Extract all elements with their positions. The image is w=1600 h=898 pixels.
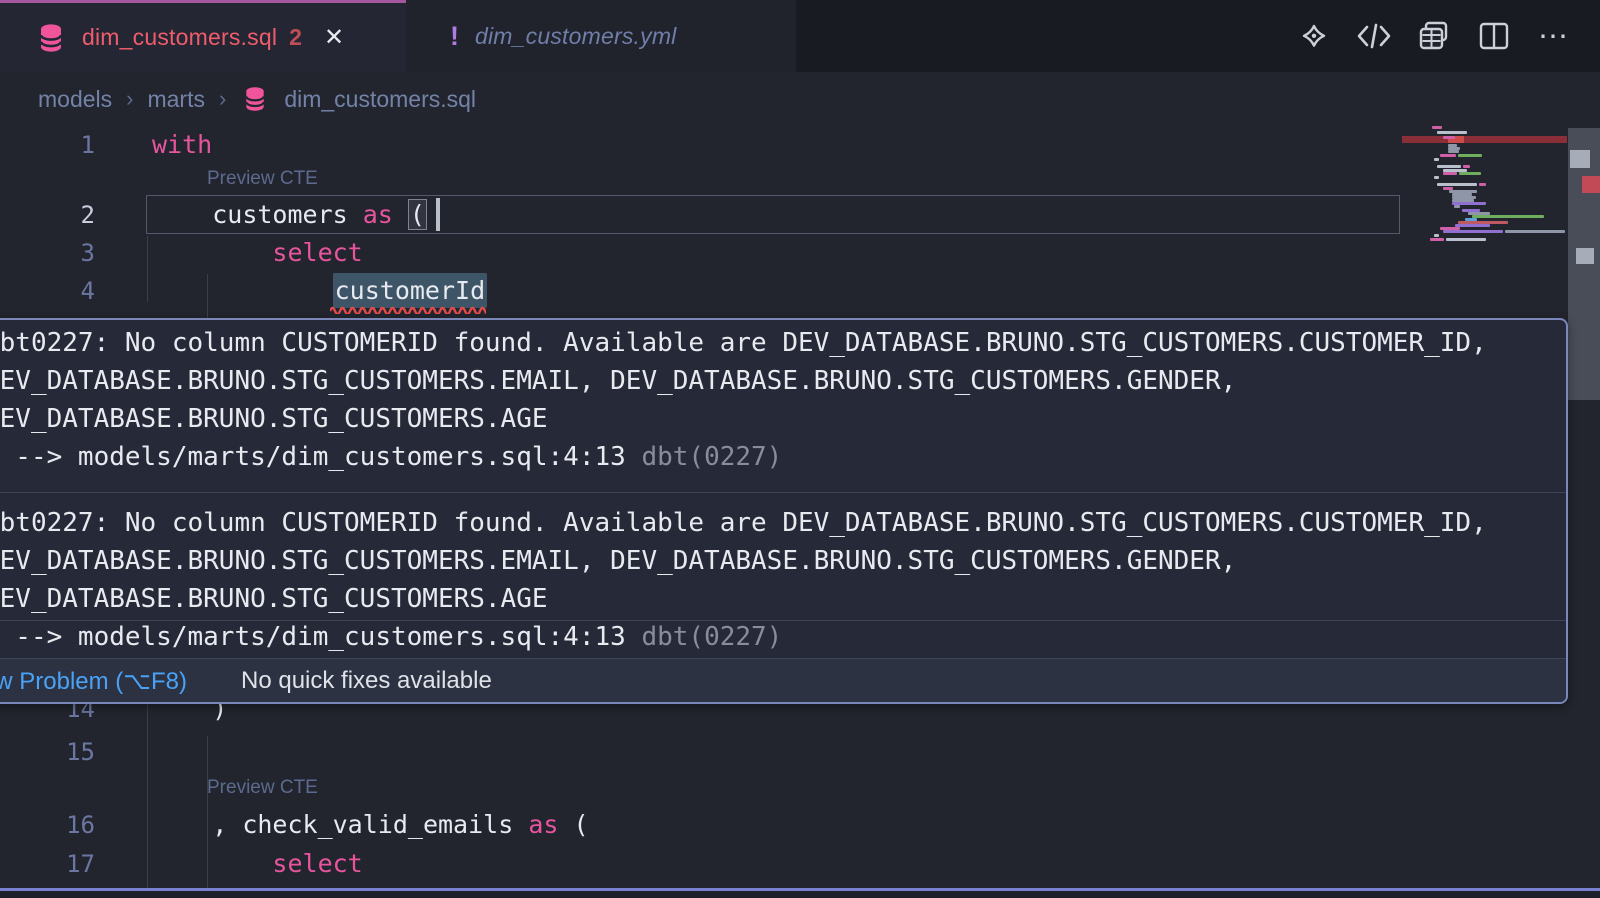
diagnostic-source: dbt(0227): [641, 442, 782, 472]
code-line[interactable]: 3 select: [0, 234, 1400, 272]
vertical-scrollbar[interactable]: [1568, 128, 1600, 400]
minimap-code-row: [1446, 238, 1486, 241]
breadcrumb: models › marts › dim_customers.sql: [38, 72, 476, 126]
code-line-text: , check_valid_emails as (: [152, 806, 589, 844]
database-icon: [242, 86, 268, 112]
error-hover-widget: dbt0227: No column CUSTOMERID found. Ava…: [0, 318, 1568, 704]
minimap-code-row: [1458, 154, 1482, 157]
line-number: 15: [0, 733, 95, 771]
minimap-code-row: [1443, 136, 1455, 139]
minimap-code-row: [1440, 154, 1456, 157]
more-actions-icon[interactable]: ⋯: [1536, 18, 1572, 54]
tab-label: dim_customers.yml: [475, 23, 677, 50]
tab-label: dim_customers.sql: [82, 24, 277, 51]
minimap-code-row: [1463, 165, 1470, 168]
codelens-preview-cte[interactable]: Preview CTE: [207, 773, 318, 803]
line-number: 1: [0, 126, 95, 164]
diagnostic-source: dbt(0227): [641, 622, 782, 652]
code-line[interactable]: 16 , check_valid_emails as (: [0, 806, 1400, 844]
minimap-code-row: [1505, 230, 1565, 233]
code-line[interactable]: 15: [0, 733, 1400, 771]
overview-mark: [1576, 248, 1594, 264]
close-icon[interactable]: ✕: [324, 23, 344, 52]
error-squiggle: [330, 304, 486, 314]
error-message-line: DEV_DATABASE.BRUNO.STG_CUSTOMERS.AGE: [0, 400, 1566, 438]
minimap-code-row: [1437, 165, 1461, 168]
minimap-code-row: [1432, 126, 1442, 129]
vscode-editor-window: dim_customers.sql 2 ✕ ! dim_customers.ym…: [0, 0, 1600, 898]
error-message-line: DEV_DATABASE.BRUNO.STG_CUSTOMERS.AGE: [0, 580, 1566, 618]
code-line[interactable]: 17 select: [0, 845, 1400, 883]
database-icon: [36, 23, 66, 53]
chevron-right-icon: ›: [219, 86, 226, 112]
line-number: 2: [0, 196, 95, 234]
warning-exclamation-icon: !: [450, 21, 459, 52]
minimap-code-row: [1434, 234, 1439, 237]
minimap-code-row: [1455, 224, 1490, 227]
line-number: 4: [0, 272, 95, 310]
editor-actions: ⋯: [1296, 0, 1572, 72]
breadcrumb-file[interactable]: dim_customers.sql: [284, 86, 476, 113]
minimap-code-row: [1434, 176, 1439, 179]
view-problem-link[interactable]: View Problem (⌥F8): [0, 667, 187, 696]
hover-divider: [0, 620, 1566, 621]
compiled-code-icon[interactable]: [1356, 18, 1392, 54]
code-line-text: customers as (: [152, 196, 427, 234]
codelens-preview-cte[interactable]: Preview CTE: [207, 164, 318, 194]
text-cursor: [436, 198, 440, 231]
code-line-text: select: [152, 845, 363, 883]
code-editor[interactable]: 1withPreview CTE2 customers as (3 select…: [0, 126, 1600, 898]
panel-top-strip: [0, 891, 1600, 898]
editor-tab-bar: dim_customers.sql 2 ✕ ! dim_customers.ym…: [0, 0, 1600, 72]
minimap-code-row: [1434, 158, 1439, 161]
quick-fix-message: No quick fixes available: [241, 667, 492, 695]
minimap-code-row: [1472, 215, 1544, 218]
line-number: 16: [0, 806, 95, 844]
tab-dim-customers-sql[interactable]: dim_customers.sql 2 ✕: [0, 0, 406, 72]
minimap-error-line: [1402, 136, 1567, 143]
chevron-right-icon: ›: [126, 86, 133, 112]
query-results-icon[interactable]: [1416, 18, 1452, 54]
minimap-code-row: [1443, 172, 1457, 175]
overview-mark: [1570, 150, 1590, 168]
code-line[interactable]: 2 customers as (: [0, 196, 1400, 234]
minimap-code-row: [1479, 183, 1486, 186]
code-line-text: with: [152, 126, 212, 164]
error-message-line: --> models/marts/dim_customers.sql:4:13 …: [0, 618, 1566, 656]
line-number: 17: [0, 845, 95, 883]
hover-status-bar: View Problem (⌥F8) No quick fixes availa…: [0, 658, 1566, 702]
error-message-block: dbt0227: No column CUSTOMERID found. Ava…: [0, 324, 1566, 476]
minimap-code-row: [1437, 183, 1477, 186]
minimap-code-row: [1437, 131, 1467, 134]
minimap-code-row: [1443, 230, 1503, 233]
tab-dim-customers-yml[interactable]: ! dim_customers.yml: [406, 0, 796, 72]
error-message-line: --> models/marts/dim_customers.sql:4:13 …: [0, 438, 1566, 476]
split-editor-icon[interactable]: [1476, 18, 1512, 54]
error-message-line: DEV_DATABASE.BRUNO.STG_CUSTOMERS.EMAIL, …: [0, 362, 1566, 400]
minimap-code-row: [1448, 150, 1459, 153]
breadcrumb-models[interactable]: models: [38, 86, 112, 113]
error-message-line: dbt0227: No column CUSTOMERID found. Ava…: [0, 504, 1566, 542]
overview-error-mark: [1582, 176, 1600, 193]
code-line-text: select: [152, 234, 363, 272]
error-message-block: dbt0227: No column CUSTOMERID found. Ava…: [0, 504, 1566, 656]
minimap-code-row: [1430, 238, 1444, 241]
tab-problem-count-badge: 2: [289, 24, 302, 51]
error-message-line: dbt0227: No column CUSTOMERID found. Ava…: [0, 324, 1566, 362]
code-line[interactable]: 1 with: [0, 126, 1400, 164]
code-line[interactable]: 4 customerId: [0, 272, 1400, 310]
breadcrumb-marts[interactable]: marts: [147, 86, 205, 113]
dbt-power-user-icon[interactable]: [1296, 18, 1332, 54]
hover-divider: [0, 492, 1566, 493]
minimap-code-row: [1459, 172, 1481, 175]
line-number: 3: [0, 234, 95, 272]
minimap-code-row: [1454, 205, 1460, 208]
error-message-line: DEV_DATABASE.BRUNO.STG_CUSTOMERS.EMAIL, …: [0, 542, 1566, 580]
